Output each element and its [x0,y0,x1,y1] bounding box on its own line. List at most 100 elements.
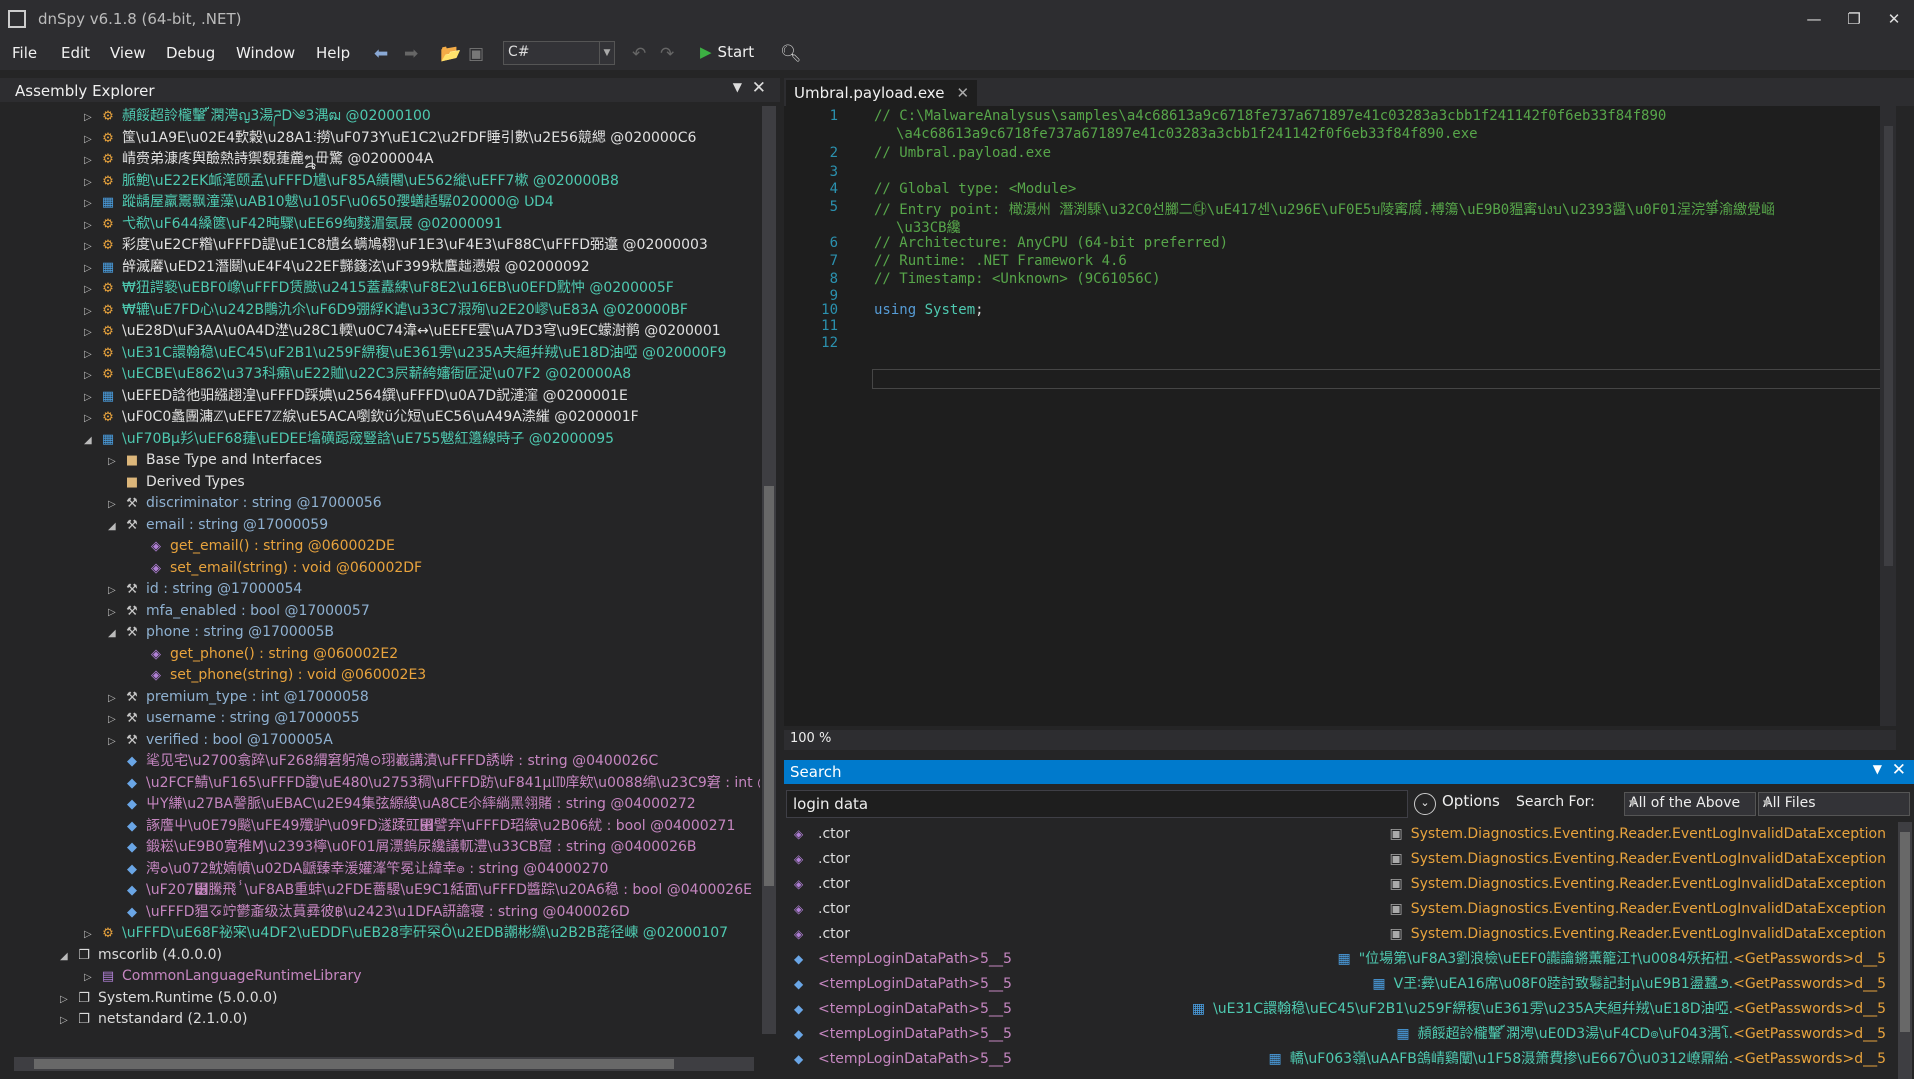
save-all-icon[interactable]: ▣ [468,44,484,64]
tree-node[interactable]: ▷ ⚙ 崝赍弟漮庝舆醶熱詩禦覣蓵麊᪘毌驚 @0200004A [84,149,433,170]
tree-node[interactable]: ▷ ⚙ ₩狃諤褻\uEBF0嶑\uFFFD赁臌\u2415蓋纛綀\uF8E2\u16… [84,278,674,299]
tree-node[interactable]: ◆ \u2FCF鯖\uF165\uFFFD讂\uE480\u2753稠\uFFFD… [108,773,760,794]
search-icon[interactable]: 🔍︎ [780,44,802,64]
tree-node[interactable]: ◈ set_phone(string) : void @060002E3 [132,665,426,686]
open-folder-icon[interactable]: 📂 [440,44,461,64]
tree-node[interactable]: ▷ ⚙ \uF0C0蠡團滽ℤ\uEFE7ℤ綟\uE5ACA嚠欽ü尣短\uEC56\u… [84,407,639,428]
maximize-button[interactable]: ❐ [1834,6,1874,32]
tree-node[interactable]: ▷ ▤ CommonLanguageRuntimeLibrary [84,966,362,987]
expand-toggle-icon[interactable]: ▷ [84,301,98,322]
tree-node[interactable]: ▷ ⚙ 脈鮑\uE22EK衇滗颐孟\uFFFD尵\uF85A績闀\uE562縰\uE… [84,171,619,192]
expand-toggle-icon[interactable]: ▷ [60,1010,74,1031]
expand-toggle-icon[interactable]: ▷ [84,172,98,193]
close-icon[interactable]: ✕ [1892,760,1906,780]
expand-toggle-icon[interactable]: ▷ [108,709,122,730]
tree-node[interactable]: ◆ \uF207⹶騰飛ⸯ\uF8AB重蚌\u2FDE薔騴\uE9C1絬面\uFFF… [108,880,752,901]
tree-node[interactable]: ◆ 㲚见宅\u2700翕踤\uF268緭窘躬鴪⊙珝嶻講漬\uFFFD誘峅 : st… [108,751,658,772]
search-results-list[interactable]: ◈ .ctor ▣ System.Diagnostics.Eventing.Reade… [784,822,1896,1079]
expand-toggle-icon[interactable]: ▷ [84,258,98,279]
tree-node[interactable]: ▷ ❐ System.Runtime (5.0.0.0) [60,988,277,1009]
scrollbar-thumb[interactable] [1900,832,1910,1032]
tree-node[interactable]: ◈ get_phone() : string @060002E2 [132,644,398,665]
expand-toggle-icon[interactable]: ▷ [108,580,122,601]
expand-toggle-icon[interactable]: ▷ [108,494,122,515]
minimize-button[interactable]: — [1794,6,1834,32]
expand-toggle-icon[interactable]: ▷ [84,215,98,236]
search-input-box[interactable] [786,790,1408,818]
search-result-row[interactable]: ◈ .ctor ▣ System.Diagnostics.Eventing.Reade… [784,822,1896,847]
close-icon[interactable]: ✕ [956,84,969,102]
tab-umbral-payload[interactable]: Umbral.payload.exe ✕ [786,80,978,106]
menu-edit[interactable]: Edit [61,44,90,62]
tree-node[interactable]: ▷ ⚙ ₩辘\uE7FD心\u242B鷼氿尒\uF6D9弸綒K谑\u33C7溊殉\u… [84,300,688,321]
tree-vertical-scrollbar[interactable] [762,106,776,1034]
menu-help[interactable]: Help [316,44,350,62]
options-toggle[interactable]: ⌄ Options [1414,792,1500,815]
tree-node[interactable]: ▷ ▦ 蹤龋屋羸鬻飘潼藻\uAB10魃\u105F\u0650孾蟮趏驏020000@… [84,192,554,213]
expand-toggle-icon[interactable]: ▷ [84,344,98,365]
tree-node[interactable]: ▷ ⚒ verified : bool @1700005A [108,730,333,751]
tree-node[interactable]: ◆ 澚๐\u072魫婻幩\u02DA鼶臻幸湲孉溄笇冕让緯幸๏ : string @… [108,859,608,880]
tree-node[interactable]: ▷ ⚙ 彩度\uE2CF糌\uFFFD諟\uE1C8尵幺螨鳩翉\uF1E3\uF4E… [84,235,708,256]
undo-icon[interactable]: ↶ [632,44,646,64]
tree-node[interactable]: ▷ ⚒ premium_type : int @17000058 [108,687,369,708]
assembly-tree[interactable]: ▷ ⚙ 頳餒超詅櫳轚 ᩼᩼澖澚ญ3湯ཌD༄3湡ฒ @02000100 ▷ ⚙ 筺\u1A9… [0,106,760,1034]
close-window-button[interactable]: ✕ [1874,6,1914,32]
tree-node[interactable]: ▷ ⚙ 弋欷\uF644縔篋\uF42旽驟\uEE69绹䴼湄氨展 @02000091 [84,214,503,235]
expand-toggle-icon[interactable]: ▷ [84,279,98,300]
expand-toggle-icon[interactable]: ▷ [108,602,122,623]
search-result-row[interactable]: ◈ .ctor ▣ System.Diagnostics.Eventing.Reade… [784,897,1896,922]
expand-toggle-icon[interactable]: ▷ [84,924,98,945]
tree-node[interactable]: ▷ ⚒ id : string @17000054 [108,579,302,600]
code-editor[interactable]: 1 // C:\MalwareAnalysus\samples\a4c68613a… [784,106,1896,726]
tree-node[interactable]: ▷ ⚒ mfa_enabled : bool @17000057 [108,601,370,622]
start-debug-button[interactable]: ▶ Start [700,43,754,61]
expand-toggle-icon[interactable]: ▷ [84,967,98,988]
tree-node[interactable]: ▷ ⚒ discriminator : string @17000056 [108,493,382,514]
tree-node[interactable]: ▷ ⚙ \uE28D\uF3AA\u0A4D漜\u28C1輭\u0C74湋↔\uEE… [84,321,721,342]
search-result-row[interactable]: ◆ <tempLoginDataPath>5__5 ▦ "位場第\uF8A3劉浪檢\u… [784,947,1896,972]
tree-node[interactable]: ▷ ⚙ \uE31C譞翰稳\uEC45\uF2B1\u259F綥稪\uE361雱\u… [84,343,726,364]
expand-toggle-icon[interactable]: ▷ [84,387,98,408]
editor-vertical-scrollbar[interactable] [1880,106,1896,726]
expand-toggle-icon[interactable]: ▷ [108,688,122,709]
tree-node[interactable]: ▷ ⚒ username : string @17000055 [108,708,360,729]
tree-node[interactable]: ◢ ▦ \uF70Bμ羏\uEF68蓵\uEDEE墖磺跽窚豎誝\uE755魃紅籩線時… [84,429,614,450]
expand-toggle-icon[interactable]: ▷ [84,150,98,171]
tree-node[interactable]: ▷ ⚙ \uFFFD\uE68F祕宩\u4DF2\uEDDF\uEB28孛矸罙Ô\u… [84,923,728,944]
redo-icon[interactable]: ↷ [660,44,674,64]
menu-debug[interactable]: Debug [166,44,215,62]
expand-toggle-icon[interactable]: ◢ [84,430,98,451]
language-select[interactable]: C# ▼ [503,41,615,65]
panel-dropdown-icon[interactable]: ▼ [733,80,742,94]
expand-toggle-icon[interactable]: ▷ [84,193,98,214]
namespace-link[interactable]: System [925,302,976,318]
expand-toggle-icon[interactable]: ▷ [60,989,74,1010]
tree-node[interactable]: ◆ 鍛崧\uE9B0寛稚Ɱ\u2393檸\u0F01屑漂鎢尿纔議軏澧\u33CB窟… [108,837,697,858]
expand-toggle-icon[interactable]: ▷ [84,365,98,386]
expand-toggle-icon[interactable]: ▷ [84,408,98,429]
search-result-row[interactable]: ◈ .ctor ▣ System.Diagnostics.Eventing.Reade… [784,872,1896,897]
expand-toggle-icon[interactable]: ▷ [84,129,98,150]
tree-node[interactable]: ◢ ❐ mscorlib (4.0.0.0) [60,945,222,966]
tree-node[interactable]: ▷ ▦ \uEFED誝彵驲繦趐湟\uFFFD踩婰\u2564繏\uFFFD\u0A7… [84,386,628,407]
tree-node[interactable]: ■ Derived Types [108,472,245,493]
menu-view[interactable]: View [110,44,146,62]
expand-toggle-icon[interactable]: ▷ [84,322,98,343]
tree-node[interactable]: ▷ ⚙ \uECBE\uE862\u373科癩\uE22賉\u22C3屄龩絝嬸衙匠浞… [84,364,631,385]
search-result-row[interactable]: ◆ <tempLoginDataPath>5__5 ▦ 頳餒超詅櫳轚 ᩼᩼澖澚\uE0… [784,1022,1896,1047]
expand-toggle-icon[interactable]: ▷ [84,236,98,257]
search-result-row[interactable]: ◈ .ctor ▣ System.Diagnostics.Eventing.Reade… [784,922,1896,947]
tree-node[interactable]: ▷ ⚙ 筺\u1A9E\u02E4歅糓\u28A1⫶撈\uF073Y\uE1C2\u… [84,128,696,149]
expand-toggle-icon[interactable]: ▷ [108,731,122,752]
forward-arrow-icon[interactable]: ➡ [404,44,418,64]
expand-toggle-icon[interactable]: ▷ [60,1032,74,1035]
scrollbar-thumb[interactable] [764,486,774,886]
tree-node[interactable]: ◈ get_email() : string @060002DE [132,536,395,557]
results-vertical-scrollbar[interactable] [1898,822,1912,1079]
menu-file[interactable]: File [12,44,37,62]
zoom-level[interactable]: 100 % [790,731,831,746]
tree-node[interactable]: ◆ 屮Y縑\u27BA謦脈\uEBAC\u2E94集弦縓縸\uA8CE尒繂緔黑翎賭… [108,794,696,815]
scrollbar-thumb[interactable] [34,1059,674,1069]
search-result-row[interactable]: ◈ .ctor ▣ System.Diagnostics.Eventing.Reade… [784,847,1896,872]
